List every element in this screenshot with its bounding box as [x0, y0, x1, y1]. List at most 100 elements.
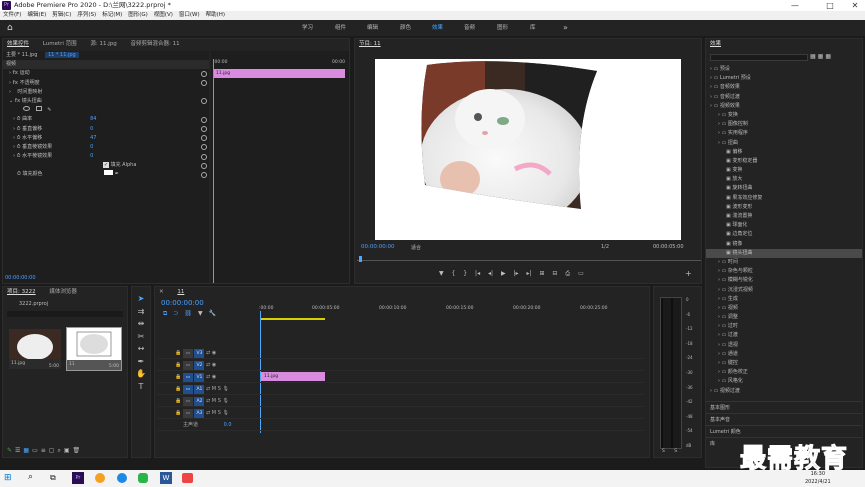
track-select-tool-icon[interactable]: ⇉	[132, 306, 150, 319]
tab-effects[interactable]: 效果	[710, 41, 721, 47]
param-value[interactable]: 0	[90, 144, 93, 150]
track-label[interactable]: V3	[194, 349, 205, 358]
effects-tree-item[interactable]: ▣ 偏移	[706, 148, 862, 157]
solo-left-button[interactable]: S	[662, 449, 665, 454]
reset-icon[interactable]	[201, 171, 207, 178]
param-value[interactable]: 47	[90, 135, 96, 141]
effects-tree-item[interactable]: › ▭ 视频效果	[706, 102, 862, 111]
go-to-out-button[interactable]: ▸|	[527, 270, 532, 277]
track-label[interactable]: A3	[194, 409, 205, 418]
menu-file[interactable]: 文件(F)	[0, 11, 24, 20]
effects-tree-item[interactable]: › ▭ 键控	[706, 359, 862, 368]
mic-icon[interactable]: 🎙	[222, 410, 228, 416]
yuv-filter-icon[interactable]: ▦	[825, 53, 833, 60]
rect-mask-icon[interactable]	[35, 106, 42, 112]
tab-source[interactable]: 源: 11.jpg	[90, 41, 116, 47]
tab-lumetri-scopes[interactable]: Lumetri 范围	[43, 41, 77, 47]
master-value[interactable]: 0.0	[224, 422, 232, 428]
effects-tree-item[interactable]: › ▭ Lumetri 预设	[706, 74, 862, 83]
timeline-clip[interactable]: 11.jpg	[261, 372, 325, 381]
reset-icon[interactable]	[201, 153, 207, 160]
accelerated-filter-icon[interactable]: ▦	[810, 53, 818, 60]
sort-icon[interactable]: ≡	[41, 447, 49, 454]
effects-tree-item[interactable]: › ▭ 扭曲	[706, 139, 862, 148]
effects-tree-item[interactable]: ▣ 边角定位	[706, 230, 862, 239]
tab-timeline-11[interactable]: 11	[177, 289, 184, 295]
effects-tree-item[interactable]: › ▭ 沉浸式视频	[706, 286, 862, 295]
pen-tool-icon[interactable]: ✒	[132, 356, 150, 369]
reset-icon[interactable]	[201, 98, 207, 105]
effects-tree-item[interactable]: ▣ 变形稳定器	[706, 157, 862, 166]
start-icon[interactable]: ⊞	[4, 473, 12, 483]
ripple-edit-tool-icon[interactable]: ⇹	[132, 318, 150, 331]
effects-tree-item[interactable]: › ▭ 过渡	[706, 331, 862, 340]
project-item[interactable]: 11 5:00	[66, 327, 122, 371]
row-lens-distortion[interactable]: ⌄ fx 镜头扭曲	[3, 97, 209, 106]
sync-icon[interactable]: ⇄	[206, 386, 210, 392]
effects-tree-item[interactable]: › ▭ 颜色校正	[706, 368, 862, 377]
minimize-button[interactable]: —	[785, 0, 805, 11]
effect-controls-timecode[interactable]: 00:00:00:00	[5, 275, 36, 281]
razor-tool-icon[interactable]: ✂	[132, 331, 150, 344]
effects-tree-item[interactable]: › ▭ 音频效果	[706, 83, 862, 92]
ws-tab-libraries[interactable]: 库	[530, 20, 536, 36]
snap-icon[interactable]: ⊃	[173, 310, 184, 317]
menu-sequence[interactable]: 序列(S)	[74, 11, 99, 20]
sync-icon[interactable]: ⇄	[206, 398, 210, 404]
ws-more-button[interactable]: »	[563, 20, 568, 36]
type-tool-icon[interactable]: T	[132, 381, 150, 394]
program-playhead[interactable]	[359, 256, 362, 262]
effects-tree-item[interactable]: › ▭ 时间	[706, 258, 862, 267]
menu-graphics[interactable]: 图形(G)	[125, 11, 151, 20]
effects-tree-item[interactable]: ▣ 变换	[706, 166, 862, 175]
ws-tab-color[interactable]: 颜色	[400, 20, 411, 36]
source-label[interactable]: 主要 * 11.jpg	[6, 52, 37, 58]
effects-tree-item[interactable]: › ▭ 视频过渡	[706, 387, 862, 396]
sync-icon[interactable]: ⇄	[206, 374, 210, 380]
pencil-icon[interactable]: ✎	[7, 447, 15, 454]
effects-tree-item[interactable]: › ▭ 模糊与锐化	[706, 276, 862, 285]
reset-icon[interactable]	[201, 144, 207, 151]
effects-tree-item[interactable]: › ▭ 生成	[706, 295, 862, 304]
browser-taskbar-icon[interactable]	[95, 473, 105, 483]
fill-alpha-checkbox[interactable]: ✓	[103, 162, 109, 169]
comparison-view-button[interactable]: ▭	[578, 270, 584, 277]
eye-icon[interactable]: ◉	[212, 362, 216, 368]
menu-clip[interactable]: 剪辑(C)	[49, 11, 74, 20]
effects-tree-item[interactable]: › ▭ 通道	[706, 350, 862, 359]
panel-essential-graphics[interactable]: 基本图形	[706, 401, 862, 413]
program-scrubber[interactable]	[357, 260, 701, 261]
mic-icon[interactable]: 🎙	[222, 386, 228, 392]
track-label[interactable]: V1	[194, 373, 205, 382]
work-area-bar[interactable]	[261, 318, 325, 320]
ws-tab-audio[interactable]: 音频	[464, 20, 475, 36]
settings-wrench-icon[interactable]: 🔧	[209, 310, 222, 317]
wechat-taskbar-icon[interactable]	[138, 473, 148, 483]
icon-view-icon[interactable]: ▦	[23, 447, 32, 454]
effects-tree-item[interactable]: ▣ 果冻效应修复	[706, 194, 862, 203]
tab-effect-controls[interactable]: 效果控件	[7, 41, 29, 47]
param-value[interactable]: 0	[90, 126, 93, 132]
effects-tree-item[interactable]: › ▭ 透视	[706, 341, 862, 350]
step-forward-button[interactable]: |▸	[514, 270, 519, 277]
sync-icon[interactable]: ⇄	[206, 350, 210, 356]
effects-tree-item[interactable]: ▣ 波形变形	[706, 203, 862, 212]
trash-icon[interactable]: 🗑	[73, 447, 84, 454]
timeline-ruler[interactable]: :00:00 00:00:05:00 00:00:10:00 00:00:15:…	[259, 299, 647, 321]
effects-tree-item[interactable]: ▣ 镜头扭曲	[706, 248, 862, 258]
reset-icon[interactable]	[201, 162, 207, 169]
effects-tree-item[interactable]: › ▭ 预设	[706, 65, 862, 74]
resolution-dropdown[interactable]: 1/2	[601, 244, 609, 250]
effects-tree-item[interactable]: › ▭ 调整	[706, 313, 862, 322]
reset-icon[interactable]	[201, 70, 207, 77]
new-bin-icon[interactable]: ▣	[64, 447, 73, 454]
home-icon[interactable]: ⌂	[7, 23, 17, 33]
taskbar-clock[interactable]: 16:30 2022/4/21	[805, 470, 831, 486]
freeform-view-icon[interactable]: ▭	[32, 447, 41, 454]
sync-icon[interactable]: ⇄	[206, 362, 210, 368]
pen-mask-icon[interactable]: ✎	[47, 106, 51, 115]
effects-search-input[interactable]	[710, 54, 808, 61]
project-search-input[interactable]	[7, 311, 123, 317]
lift-button[interactable]: ⊞	[539, 270, 544, 277]
eyedropper-icon[interactable]: ✒	[115, 171, 119, 177]
